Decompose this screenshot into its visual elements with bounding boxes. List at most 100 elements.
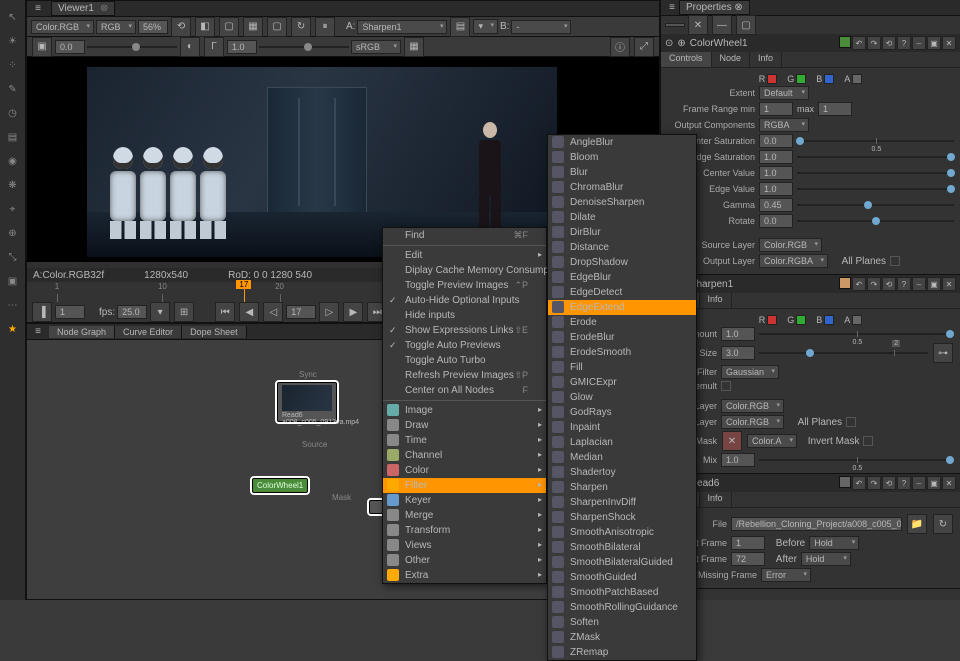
set-in-icon[interactable]: ▐ — [32, 302, 52, 322]
hide-icon[interactable]: – — [912, 277, 926, 291]
pause-render-icon[interactable]: ⏸ — [315, 17, 335, 37]
node-sharpen[interactable] — [369, 500, 383, 514]
current-frame-field[interactable]: 17 — [286, 305, 316, 319]
mix-field[interactable]: 1.0 — [721, 453, 755, 467]
amount-slider[interactable]: 0.5 — [759, 329, 954, 339]
outcomp-dropdown[interactable]: RGBA — [759, 118, 809, 132]
tab-nodegraph[interactable]: Node Graph — [49, 326, 115, 338]
panel-menu-icon[interactable]: ≡ — [665, 1, 679, 15]
menu-item[interactable]: Laplacian — [548, 435, 696, 450]
close-icon[interactable]: ⊗ — [732, 2, 743, 13]
menu-item[interactable]: Transform▸ — [383, 523, 546, 538]
menu-item[interactable]: Dilate — [548, 210, 696, 225]
first-frame-icon[interactable]: ⏮ — [215, 302, 235, 322]
menu-item[interactable]: SharpenShock — [548, 510, 696, 525]
menu-item[interactable]: Shadertoy — [548, 465, 696, 480]
menu-item[interactable]: SmoothAnisotropic — [548, 525, 696, 540]
tab-node[interactable]: Node — [712, 52, 751, 67]
srclayer-dropdown[interactable]: Color.RGB — [759, 238, 822, 252]
max-panels-field[interactable] — [665, 23, 685, 27]
menu-item[interactable]: Draw▸ — [383, 418, 546, 433]
extra-tool-icon[interactable]: ★ — [2, 318, 24, 340]
edge-val-slider[interactable] — [797, 184, 954, 194]
menu-item[interactable]: ErodeBlur — [548, 330, 696, 345]
menu-item[interactable]: Soften — [548, 615, 696, 630]
node-color-swatch[interactable] — [839, 277, 851, 289]
channel-a[interactable]: A — [844, 74, 862, 84]
menu-item[interactable]: Channel▸ — [383, 448, 546, 463]
gamma-field[interactable]: 0.45 — [759, 198, 793, 212]
step-back-icon[interactable]: ◁ — [263, 302, 283, 322]
properties-tab[interactable]: Properties ⊗ — [679, 0, 750, 15]
menu-item[interactable]: Extra▸ — [383, 568, 546, 583]
zoom-field[interactable]: 56% — [138, 20, 168, 34]
help-icon[interactable]: ? — [897, 476, 911, 490]
select-tool-icon[interactable]: ↖ — [2, 6, 24, 28]
color-tool-icon[interactable]: ◉ — [2, 150, 24, 172]
menu-item[interactable]: Erode — [548, 315, 696, 330]
tab-curveeditor[interactable]: Curve Editor — [115, 326, 182, 338]
gamma-toggle-icon[interactable]: ◐ — [180, 37, 200, 57]
size-slider[interactable]: 2 — [759, 348, 928, 358]
menu-item[interactable]: Diplay Cache Memory Consumption — [383, 263, 546, 278]
undo-icon[interactable]: ↶ — [852, 36, 866, 50]
menu-item[interactable]: ZRemap — [548, 645, 696, 660]
mask-invert-icon[interactable]: ✕ — [722, 431, 742, 451]
menu-item[interactable]: SmoothRollingGuidance — [548, 600, 696, 615]
maximize-panels-icon[interactable]: ▢ — [736, 15, 756, 35]
menu-item[interactable]: AngleBlur — [548, 135, 696, 150]
checker-icon[interactable]: ▦ — [404, 37, 424, 57]
sync-icon[interactable]: ⟲ — [171, 17, 191, 37]
close-icon[interactable]: ⊗ — [100, 3, 108, 14]
menu-item[interactable]: Other▸ — [383, 553, 546, 568]
center-sat-field[interactable]: 0.0 — [759, 134, 793, 148]
file-reload-icon[interactable]: ↻ — [933, 514, 953, 534]
menu-item[interactable]: Color▸ — [383, 463, 546, 478]
tab-dopesheet[interactable]: Dope Sheet — [182, 326, 247, 338]
center-sat-slider[interactable]: 0.5 — [797, 136, 954, 146]
node-color-swatch[interactable] — [839, 476, 851, 488]
redo-icon[interactable]: ↷ — [867, 476, 881, 490]
extent-dropdown[interactable]: Default — [759, 86, 809, 100]
menu-item[interactable]: ErodeSmooth — [548, 345, 696, 360]
menu-item[interactable]: Inpaint — [548, 420, 696, 435]
menu-item[interactable]: SharpenInvDiff — [548, 495, 696, 510]
misc-tool-icon[interactable]: ⋯ — [2, 294, 24, 316]
celayer-dropdown[interactable]: Color.RGB — [721, 399, 784, 413]
premult-checkbox[interactable] — [721, 381, 731, 391]
clear-panels-icon[interactable]: ✕ — [688, 15, 708, 35]
fps-lock-icon[interactable]: ▾ — [150, 302, 170, 322]
masklayer-dropdown[interactable]: Color.A — [747, 434, 797, 448]
menu-item[interactable]: ChromaBlur — [548, 180, 696, 195]
menu-item[interactable]: Image▸ — [383, 403, 546, 418]
menu-item[interactable]: Bloom — [548, 150, 696, 165]
menu-item[interactable]: Merge▸ — [383, 508, 546, 523]
picker-icon[interactable]: ⤢ — [634, 37, 654, 57]
center-icon[interactable]: ⊕ — [677, 38, 685, 49]
tab-controls[interactable]: Controls — [661, 52, 712, 67]
gamma-field[interactable]: 1.0 — [227, 40, 257, 54]
close-icon[interactable]: ✕ — [942, 277, 956, 291]
dotted-tool-icon[interactable]: ⁘ — [2, 54, 24, 76]
allplanes-checkbox[interactable] — [846, 417, 856, 427]
exposure-field[interactable]: 0.0 — [55, 40, 85, 54]
restore-icon[interactable]: ⟲ — [882, 277, 896, 291]
channel-g[interactable]: G — [787, 74, 806, 84]
menu-item[interactable]: GodRays — [548, 405, 696, 420]
node-read[interactable]: Read6 a008_c005_0913va.mp4 — [277, 382, 337, 422]
menu-item[interactable]: Keyer▸ — [383, 493, 546, 508]
file-browse-icon[interactable]: 📁 — [907, 514, 927, 534]
filter-tool-icon[interactable]: ❋ — [2, 174, 24, 196]
channel-a[interactable]: A — [844, 315, 862, 325]
after-dropdown[interactable]: Hold — [801, 552, 851, 566]
gamma-slider[interactable] — [797, 200, 954, 210]
center-val-slider[interactable] — [797, 168, 954, 178]
frame-in-field[interactable]: 1 — [55, 305, 85, 319]
edge-sat-slider[interactable] — [797, 152, 954, 162]
frame-max-field[interactable]: 1 — [818, 102, 852, 116]
menu-item[interactable]: ZMask — [548, 630, 696, 645]
file-field[interactable]: /Rebellion_Cloning_Project/a008_c005_091… — [731, 517, 902, 531]
link-icon[interactable]: ⊶ — [933, 343, 953, 363]
menu-item[interactable]: SmoothBilateralGuided — [548, 555, 696, 570]
views-tool-icon[interactable]: ▣ — [2, 270, 24, 292]
